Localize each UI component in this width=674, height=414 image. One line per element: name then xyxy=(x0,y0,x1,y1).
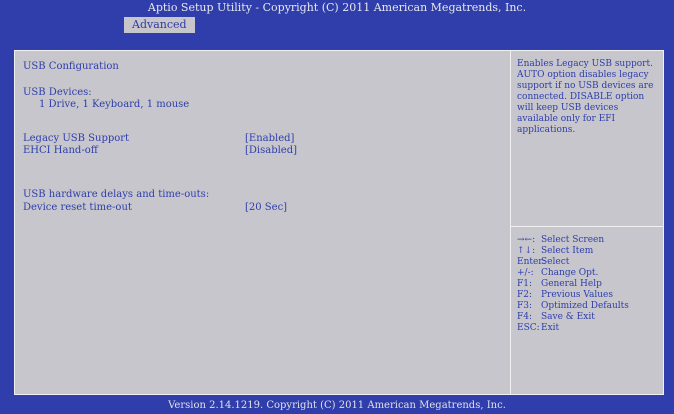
key-desc: Select xyxy=(541,257,570,267)
key-row: F1: General Help xyxy=(517,279,602,290)
key-row: F3: Optimized Defaults xyxy=(517,301,629,312)
key-name: →←: xyxy=(517,235,536,245)
key-row: →←: Select Screen xyxy=(517,235,604,246)
key-desc: Exit xyxy=(541,323,560,333)
option-value: [20 Sec] xyxy=(245,202,288,213)
option-label: Legacy USB Support xyxy=(23,133,130,144)
mass-storage-header: USB hardware delays and time-outs: xyxy=(23,189,210,200)
option-label: Device reset time-out xyxy=(23,202,132,213)
key-row: ESC:Exit xyxy=(517,323,559,334)
key-name: F2: xyxy=(517,290,533,300)
section-title: USB Configuration xyxy=(23,61,119,72)
key-name: F4: xyxy=(517,312,533,322)
key-name: Enter: xyxy=(517,257,546,267)
help-pane: Enables Legacy USB support. AUTO option … xyxy=(511,51,663,227)
settings-pane: USB Configuration USB Devices: 1 Drive, … xyxy=(15,51,511,394)
window-title: Aptio Setup Utility - Copyright (C) 2011… xyxy=(147,1,527,14)
key-row: +/-: Change Opt. xyxy=(517,268,598,279)
key-desc: General Help xyxy=(541,279,602,289)
option-value: [Enabled] xyxy=(245,133,295,144)
key-desc: Select Screen xyxy=(541,235,605,245)
key-desc: Change Opt. xyxy=(541,268,599,278)
key-desc: Optimized Defaults xyxy=(541,301,629,311)
option-label: EHCI Hand-off xyxy=(23,145,98,156)
key-desc: Previous Values xyxy=(541,290,613,300)
key-legend-pane: →←: Select Screen ↑↓: Select Item Enter:Se… xyxy=(511,227,663,394)
key-name: F1: xyxy=(517,279,533,289)
key-desc: Select Item xyxy=(541,246,594,256)
key-name: ↑↓: xyxy=(517,246,536,256)
key-row: Enter:Select xyxy=(517,257,569,268)
usb-devices-value: 1 Drive, 1 Keyboard, 1 mouse xyxy=(39,99,190,110)
bios-screen: Aptio Setup Utility - Copyright (C) 2011… xyxy=(0,0,674,414)
key-desc: Save & Exit xyxy=(541,312,595,322)
key-name: F3: xyxy=(517,301,533,311)
key-row: ↑↓: Select Item xyxy=(517,246,593,257)
help-text: Enables Legacy USB support. AUTO option … xyxy=(517,59,654,135)
footer-version: Version 2.14.1219. Copyright (C) 2011 Am… xyxy=(168,400,506,411)
key-name: +/-: xyxy=(517,268,534,278)
main-frame: USB Configuration USB Devices: 1 Drive, … xyxy=(14,50,664,395)
tab-advanced[interactable]: Advanced xyxy=(124,17,195,33)
key-name: ESC: xyxy=(517,323,540,333)
usb-devices-label: USB Devices: xyxy=(23,87,92,98)
key-row: F4: Save & Exit xyxy=(517,312,595,323)
key-row: F2: Previous Values xyxy=(517,290,613,301)
tab-strip: Advanced xyxy=(0,16,674,34)
option-value: [Disabled] xyxy=(245,145,298,156)
